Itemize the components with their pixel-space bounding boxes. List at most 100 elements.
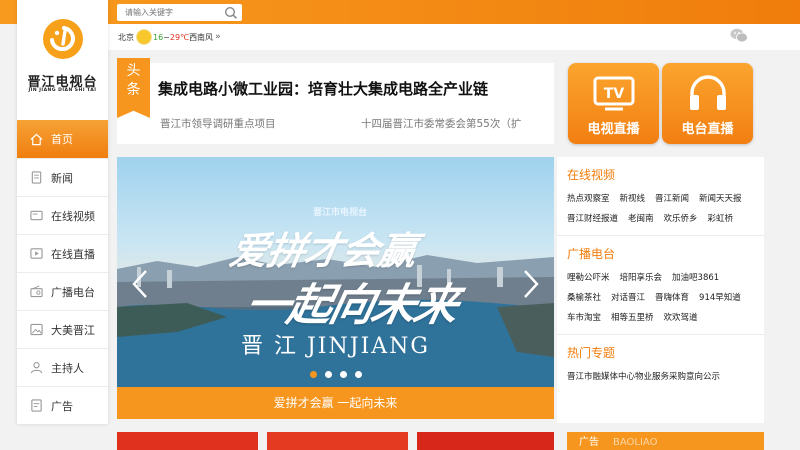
link-item[interactable]: 晋江市融媒体中心物业服务采购意向公示 (567, 367, 720, 387)
link-item[interactable]: 新闻天天报 (699, 189, 742, 209)
video-section: 在线视频 热点观察室 新视线 晋江新闻 新闻天天报晋江财经报道 老闽南 欢乐侨乡 彩虹桥 (557, 157, 764, 236)
sidebar-item-label: 广告 (51, 399, 73, 413)
ad-icon (30, 399, 43, 412)
ad-tab-en: BAOLIAO (613, 437, 658, 448)
home-icon (30, 133, 43, 146)
headline-tag-text: 头条 (126, 63, 141, 98)
logo-mark-icon (43, 19, 83, 59)
pagination-dot[interactable] (339, 371, 347, 378)
sidebar-item-label: 主持人 (51, 361, 84, 375)
sidebar-item-6[interactable]: 主持人 (17, 348, 108, 386)
link-item[interactable]: 哩勒公吓米 (567, 268, 610, 288)
play-icon (30, 247, 43, 260)
weather-more-icon[interactable]: » (215, 32, 221, 42)
link-item[interactable]: 晋嗨体育 (655, 288, 689, 308)
tv-icon: TV (593, 76, 635, 111)
link-item[interactable]: 欢欢驾道 (664, 308, 698, 328)
sidebar-item-4[interactable]: 广播电台 (17, 272, 108, 310)
wechat-icon[interactable] (730, 28, 748, 43)
link-item[interactable]: 晋江新闻 (655, 189, 689, 209)
bottom-card-1[interactable] (117, 432, 258, 450)
sidebar-item-0[interactable]: 首页 (17, 120, 108, 158)
link-item[interactable]: 相等五里桥 (611, 308, 654, 328)
link-item[interactable]: 培阳享乐会 (620, 268, 663, 288)
right-panel: 在线视频 热点观察室 新视线 晋江新闻 新闻天天报晋江财经报道 老闽南 欢乐侨乡 彩虹桥 广… (557, 157, 764, 423)
topic-section-title[interactable]: 热门专题 (567, 344, 764, 361)
sidebar-item-label: 首页 (51, 133, 73, 146)
headline-title[interactable]: 集成电路小微工业园：培育壮大集成电路全产业链 (158, 78, 488, 99)
hero-banner[interactable]: 晋江市电视台 爱拼才会赢 一起向未来 晋 江 JINJIANG (117, 157, 554, 387)
user-icon (30, 361, 43, 374)
banner-caption[interactable]: 爱拼才会赢 一起向未来 (117, 387, 554, 419)
search-box[interactable] (117, 4, 242, 21)
topic-section: 热门专题 晋江市融媒体中心物业服务采购意向公示 (557, 335, 764, 393)
search-icon[interactable] (224, 6, 238, 19)
video-section-title[interactable]: 在线视频 (567, 166, 764, 183)
pagination-dot[interactable] (309, 371, 317, 378)
weather-widget[interactable]: 北京 16 ~ 29℃ 西南风 » (118, 30, 221, 44)
tv-live-label: 电视直播 (587, 122, 640, 137)
radio-live-label: 电台直播 (681, 122, 734, 137)
prev-arrow-icon[interactable] (131, 269, 149, 299)
banner-slogan-line2: 一起向未来 (240, 280, 462, 331)
tv-icon-text: TV (604, 86, 625, 102)
link-item[interactable]: 车市淘宝 (567, 308, 601, 328)
link-item[interactable]: 对话晋江 (611, 288, 645, 308)
link-item[interactable]: 914早知道 (699, 288, 741, 308)
link-item[interactable]: 新视线 (620, 189, 646, 209)
radio-links: 哩勒公吓米 培阳享乐会 加油吧3861 桑榆茶社 对话晋江 晋嗨体育 914早知道车市淘宝相… (567, 268, 764, 328)
tv-live-button[interactable]: TV 电视直播 (568, 63, 659, 144)
sidebar-item-label: 新闻 (51, 171, 73, 185)
next-arrow-icon[interactable] (522, 269, 540, 299)
link-item[interactable]: 老闽南 (628, 209, 654, 229)
sun-icon (137, 30, 151, 44)
radio-icon (30, 285, 43, 298)
link-item[interactable]: 加油吧3861 (672, 268, 719, 288)
sidebar-item-2[interactable]: 在线视频 (17, 196, 108, 234)
sidebar-item-label: 在线视频 (51, 209, 95, 223)
headline-tag: 头条 (117, 58, 150, 118)
headline-sub-left[interactable]: 晋江市领导调研重点项目 (160, 116, 276, 131)
ad-tab-label: 广告 (579, 437, 599, 448)
link-item[interactable]: 桑榆茶社 (567, 288, 601, 308)
topic-links: 晋江市融媒体中心物业服务采购意向公示 (567, 367, 764, 387)
logo-pinyin: JIN JIANG DIAN SHI TAI (28, 88, 97, 93)
sidebar: 晋江电视台 JIN JIANG DIAN SHI TAI 首页新闻在线视频在线直… (17, 0, 108, 424)
document-icon (30, 171, 43, 184)
sidebar-item-label: 大美晋江 (51, 323, 95, 337)
link-item[interactable]: 晋江财经报道 (567, 209, 618, 229)
link-item[interactable]: 彩虹桥 (708, 209, 734, 229)
banner-slogan-line1: 爱拼才会赢 (226, 228, 420, 273)
logo[interactable]: 晋江电视台 JIN JIANG DIAN SHI TAI (17, 0, 108, 120)
weather-low: 16 (153, 32, 164, 42)
image-icon (30, 323, 43, 336)
radio-live-button[interactable]: 电台直播 (662, 63, 753, 144)
ad-tab[interactable]: 广告 BAOLIAO (567, 432, 764, 450)
weather-high: 29℃ (169, 32, 190, 42)
sidebar-item-label: 在线直播 (51, 247, 95, 261)
weather-city: 北京 (118, 32, 134, 42)
banner-city: 晋 江 JINJIANG (241, 334, 430, 359)
radio-section-title[interactable]: 广播电台 (567, 245, 764, 262)
search-input[interactable] (117, 4, 217, 21)
bottom-card-2[interactable] (267, 432, 408, 450)
sidebar-nav: 首页新闻在线视频在线直播广播电台大美晋江主持人广告 (17, 120, 108, 424)
pagination-dot[interactable] (354, 371, 362, 378)
sidebar-item-label: 广播电台 (51, 285, 95, 299)
video-icon (30, 209, 43, 222)
headphones-icon (690, 75, 726, 110)
sidebar-item-7[interactable]: 广告 (17, 386, 108, 424)
bottom-card-3[interactable] (417, 432, 554, 450)
weather-wind: 西南风 (189, 32, 214, 42)
headline-sub-right[interactable]: 十四届晋江市委常委会第55次（扩 (361, 116, 551, 131)
sidebar-item-1[interactable]: 新闻 (17, 158, 108, 196)
weather-range-sep: ~ (163, 32, 170, 42)
link-item[interactable]: 热点观察室 (567, 189, 610, 209)
weather-strip: 北京 16 ~ 29℃ 西南风 » (108, 24, 800, 50)
sidebar-item-3[interactable]: 在线直播 (17, 234, 108, 272)
banner-pagination (117, 371, 554, 378)
headline-card: 头条 集成电路小微工业园：培育壮大集成电路全产业链 晋江市领导调研重点项目 十四… (117, 58, 554, 144)
pagination-dot[interactable] (324, 371, 332, 378)
link-item[interactable]: 欢乐侨乡 (664, 209, 698, 229)
sidebar-item-5[interactable]: 大美晋江 (17, 310, 108, 348)
